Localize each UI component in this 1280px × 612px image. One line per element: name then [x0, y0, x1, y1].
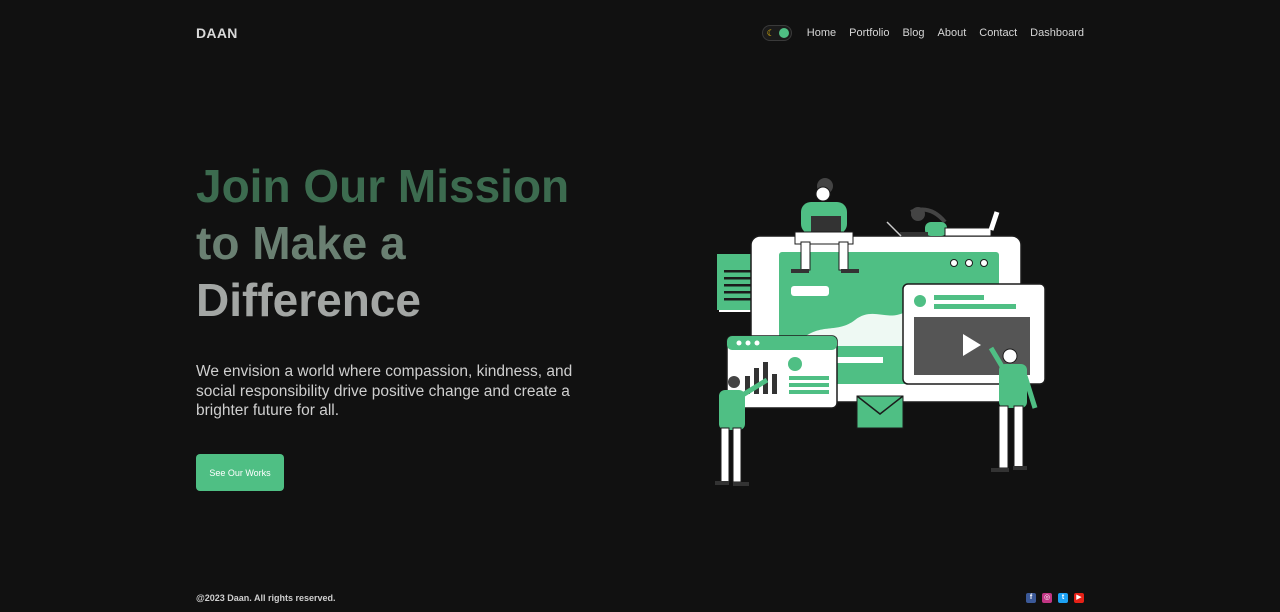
hero-description: We envision a world where compassion, ki…: [196, 363, 573, 419]
nav-menu: ☾ Home Portfolio Blog About Contact Dash…: [761, 25, 1084, 41]
footer: @2023 Daan. All rights reserved. f ◎ t ▶: [196, 591, 1084, 605]
nav-home[interactable]: Home: [807, 27, 836, 39]
person-lying-illustration: [886, 207, 1000, 237]
navbar: DAAN ☾ Home Portfolio Blog About Contact…: [196, 18, 1084, 48]
nav-about[interactable]: About: [938, 27, 967, 39]
moon-icon: ☾: [766, 28, 775, 38]
facebook-icon[interactable]: f: [1026, 593, 1036, 603]
instagram-icon[interactable]: ◎: [1042, 593, 1052, 603]
nav-portfolio[interactable]: Portfolio: [849, 27, 889, 39]
hero-title-line-1: Join Our Mission: [196, 160, 570, 212]
page: DAAN ☾ Home Portfolio Blog About Contact…: [0, 0, 1280, 612]
logo[interactable]: DAAN: [196, 25, 238, 41]
twitter-icon[interactable]: t: [1058, 593, 1068, 603]
see-our-works-button[interactable]: See Our Works: [196, 454, 284, 491]
nav-blog[interactable]: Blog: [902, 27, 924, 39]
hero-title: Join Our Mission to Make a Difference: [196, 158, 616, 329]
nav-contact[interactable]: Contact: [979, 27, 1017, 39]
toggle-knob: [778, 28, 789, 38]
hero-title-line-2: to Make a: [196, 217, 406, 269]
youtube-icon[interactable]: ▶: [1074, 593, 1084, 603]
social-links: f ◎ t ▶: [1026, 593, 1084, 603]
hero-illustration: [715, 178, 1046, 486]
theme-toggle[interactable]: ☾: [761, 25, 792, 41]
copyright-text: @2023 Daan. All rights reserved.: [196, 593, 336, 603]
nav-dashboard[interactable]: Dashboard: [1030, 27, 1084, 39]
hero-title-line-3: Difference: [196, 274, 421, 326]
